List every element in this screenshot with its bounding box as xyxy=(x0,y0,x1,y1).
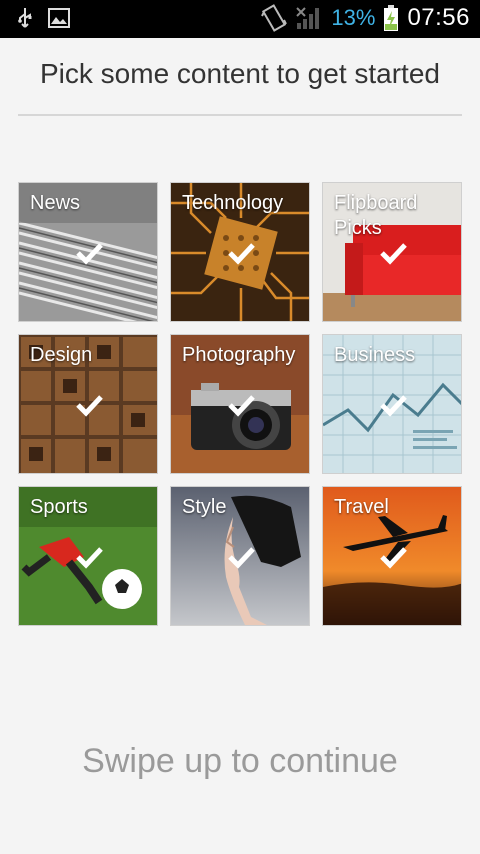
header-divider xyxy=(18,114,462,116)
tile-label: Technology xyxy=(182,192,284,214)
category-tile-flipboard-picks[interactable]: Flipboard Picks xyxy=(322,182,462,322)
page-title: Pick some content to get started xyxy=(40,58,440,89)
category-tile-travel[interactable]: Travel xyxy=(322,486,462,626)
battery-charging-icon xyxy=(383,4,399,32)
tile-label: Flipboard Picks xyxy=(334,192,418,239)
tile-label: Sports xyxy=(30,496,88,518)
tile-label: Design xyxy=(30,344,93,366)
category-tile-sports[interactable]: Sports xyxy=(18,486,158,626)
battery-percent: 13% xyxy=(331,5,376,30)
no-signal-icon xyxy=(295,5,323,31)
checkmark-icon xyxy=(380,243,407,265)
checkmark-icon xyxy=(76,547,103,569)
category-tile-style[interactable]: Style xyxy=(170,486,310,626)
tile-label: Travel xyxy=(334,496,389,518)
checkmark-icon xyxy=(76,243,103,265)
status-bar: 13% 07:56 xyxy=(0,0,480,38)
tile-label: News xyxy=(30,192,81,214)
tile-label: Photography xyxy=(182,344,296,366)
image-icon xyxy=(48,8,70,28)
category-grid: News Technology Flipboard Picks Design P… xyxy=(18,182,462,626)
category-tile-design[interactable]: Design xyxy=(18,334,158,474)
category-tile-business[interactable]: Business xyxy=(322,334,462,474)
category-tile-photography[interactable]: Photography xyxy=(170,334,310,474)
tile-label: Style xyxy=(182,496,227,518)
clock: 07:56 xyxy=(407,4,470,31)
category-tile-technology[interactable]: Technology xyxy=(170,182,310,322)
checkmark-icon xyxy=(228,243,255,265)
checkmark-icon xyxy=(380,395,407,417)
category-tile-news[interactable]: News xyxy=(18,182,158,322)
swipe-up-prompt[interactable]: Swipe up to continue xyxy=(0,742,480,781)
usb-icon xyxy=(16,7,34,29)
tile-label: Business xyxy=(334,344,416,366)
checkmark-icon xyxy=(228,547,255,569)
checkmark-icon xyxy=(76,395,103,417)
vibrate-icon xyxy=(261,4,288,32)
checkmark-icon xyxy=(228,395,255,417)
checkmark-icon xyxy=(380,547,407,569)
